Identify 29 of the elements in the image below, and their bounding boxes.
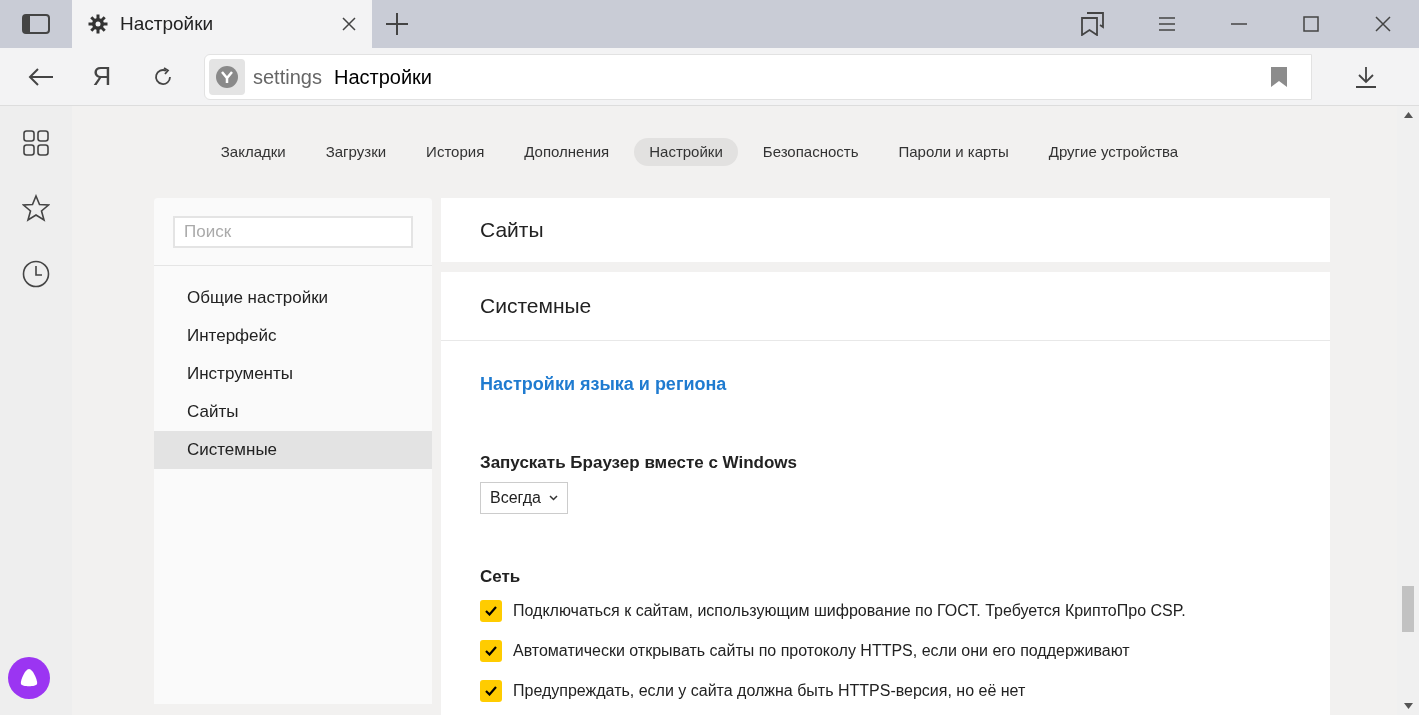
sidebar-item[interactable]: Системные <box>154 431 432 469</box>
sidebar-item[interactable]: Инструменты <box>154 355 432 393</box>
section-title: Системные <box>480 293 592 320</box>
page-title: Настройки <box>333 64 433 90</box>
checkbox-label: Предупреждать, если у сайта должна быть HTTPS-версия, но её нет <box>513 681 1026 701</box>
nav-tab[interactable]: Закладки <box>205 138 301 166</box>
checkbox-label: Подключаться к сайтам, использующим шифрование по ГОСТ. Требуется КриптоПро CSP. <box>513 601 1186 621</box>
search-field[interactable]: Поиск <box>173 215 413 248</box>
nav-tab[interactable]: Безопасность <box>747 138 874 166</box>
autostart-label: Запускать Браузер вместе с Windows <box>480 452 797 474</box>
autostart-dropdown[interactable]: Всегда <box>480 481 568 514</box>
nav-tab[interactable]: Настройки <box>634 138 738 166</box>
yandex-button[interactable]: Я <box>82 57 122 96</box>
tab-title: Настройки <box>120 11 215 36</box>
sidebar-item[interactable]: Сайты <box>154 393 432 431</box>
network-heading: Сеть <box>480 565 521 588</box>
sidebar-item[interactable]: Интерфейс <box>154 317 432 355</box>
sidebar-item[interactable]: Общие настройки <box>154 279 432 317</box>
browser-tab[interactable]: Настройки <box>72 0 372 48</box>
language-settings-link[interactable]: Настройки языка и региона <box>480 371 727 398</box>
nav-tab[interactable]: История <box>411 138 500 166</box>
nav-tab[interactable]: Дополнения <box>509 138 625 166</box>
nav-tab[interactable]: Другие устройства <box>1033 138 1194 166</box>
url-scheme: settings <box>253 64 322 90</box>
section-title: Сайты <box>480 217 544 244</box>
nav-tab[interactable]: Пароли и карты <box>883 138 1024 166</box>
nav-tab[interactable]: Загрузки <box>310 138 402 166</box>
checkbox-label: Автоматически открывать сайты по протоколу HTTPS, если они его поддерживают <box>513 641 1130 661</box>
address-bar[interactable]: settings Настройки <box>204 53 1312 100</box>
